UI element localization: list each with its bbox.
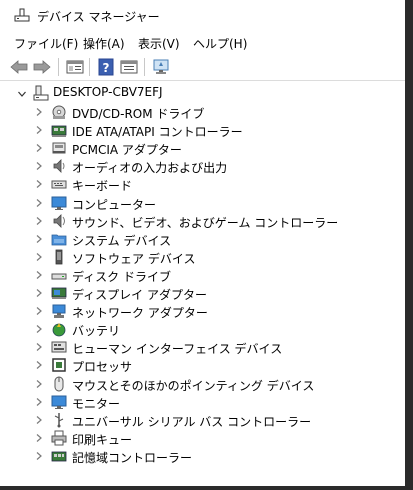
sound-icon xyxy=(53,213,65,228)
chevron-right-icon[interactable] xyxy=(34,143,44,153)
disk-drive-icon xyxy=(51,273,67,280)
monitor-scan-icon xyxy=(153,59,169,74)
chevron-right-icon[interactable] xyxy=(34,216,44,226)
scan-hardware-button[interactable] xyxy=(150,57,172,77)
help-button[interactable]: ? xyxy=(95,57,117,77)
back-button[interactable] xyxy=(8,57,30,77)
menu-bar: ファイル(F) 操作(A) 表示(V) ヘルプ(H) xyxy=(0,32,413,54)
chevron-right-icon[interactable] xyxy=(34,288,44,298)
toolbar-separator xyxy=(58,58,59,76)
view-button[interactable] xyxy=(118,57,140,77)
tree-item-label[interactable]: ディスク ドライブ xyxy=(72,268,171,285)
chevron-right-icon[interactable] xyxy=(34,379,44,389)
speaker-icon xyxy=(53,159,65,174)
software-device-icon xyxy=(55,249,63,265)
toolbar: ? xyxy=(0,54,413,80)
network-adapter-icon xyxy=(52,304,66,319)
battery-icon xyxy=(52,323,66,337)
chevron-down-icon[interactable] xyxy=(17,89,27,99)
help-icon: ? xyxy=(98,58,114,76)
tree-item-label[interactable]: システム デバイス xyxy=(72,232,171,249)
chevron-right-icon[interactable] xyxy=(34,179,44,189)
tree-item-label[interactable]: バッテリ xyxy=(72,322,120,339)
ide-controller-icon xyxy=(51,125,67,138)
tree-item-label[interactable]: モニター xyxy=(72,395,120,412)
chevron-right-icon[interactable] xyxy=(34,397,44,407)
device-tree[interactable]: DESKTOP-CBV7EFJ DVD/CD-ROM ドライブ IDE ATA/A… xyxy=(0,81,405,486)
toolbar-separator xyxy=(144,58,145,76)
hid-icon xyxy=(51,341,67,353)
tree-item-label[interactable]: オーディオの入力および出力 xyxy=(72,159,227,176)
tree-item-label[interactable]: IDE ATA/ATAPI コントローラー xyxy=(72,123,243,140)
tree-item-label[interactable]: ソフトウェア デバイス xyxy=(72,250,195,267)
back-arrow-icon xyxy=(10,60,28,74)
system-folder-icon xyxy=(51,234,67,246)
forward-arrow-icon xyxy=(33,60,51,74)
chevron-right-icon[interactable] xyxy=(34,415,44,425)
chevron-right-icon[interactable] xyxy=(34,125,44,135)
processor-icon xyxy=(52,358,66,373)
chevron-right-icon[interactable] xyxy=(34,107,44,117)
tree-item-label[interactable]: コンピューター xyxy=(72,196,156,213)
tree-item-label[interactable]: ユニバーサル シリアル バス コントローラー xyxy=(72,413,311,430)
printer-icon xyxy=(51,430,67,446)
menu-action[interactable]: 操作(A) xyxy=(81,35,127,52)
forward-button[interactable] xyxy=(31,57,53,77)
chevron-right-icon[interactable] xyxy=(34,433,44,443)
chevron-right-icon[interactable] xyxy=(34,360,44,370)
computer-icon xyxy=(33,85,49,101)
menu-file[interactable]: ファイル(F) xyxy=(12,35,80,52)
properties-icon xyxy=(66,60,84,74)
title-bar: デバイス マネージャー xyxy=(0,0,413,32)
chevron-right-icon[interactable] xyxy=(34,342,44,352)
chevron-right-icon[interactable] xyxy=(34,161,44,171)
pcmcia-icon xyxy=(52,142,66,154)
window-right-edge xyxy=(405,0,413,490)
device-manager-app-icon xyxy=(14,8,30,22)
usb-icon xyxy=(54,412,64,428)
keyboard-icon xyxy=(51,180,67,189)
tree-item-label[interactable]: 記憶域コントローラー xyxy=(72,449,192,466)
chevron-right-icon[interactable] xyxy=(34,270,44,280)
chevron-right-icon[interactable] xyxy=(34,252,44,262)
display-adapter-icon xyxy=(51,287,67,299)
tree-item-label[interactable]: 印刷キュー xyxy=(72,431,132,448)
monitor-icon xyxy=(51,196,67,210)
tree-item-label[interactable]: ヒューマン インターフェイス デバイス xyxy=(72,340,282,357)
dvd-drive-icon xyxy=(52,105,66,119)
chevron-right-icon[interactable] xyxy=(34,234,44,244)
toolbar-separator xyxy=(89,58,90,76)
chevron-right-icon[interactable] xyxy=(34,306,44,316)
chevron-right-icon[interactable] xyxy=(34,324,44,334)
tree-item-label[interactable]: サウンド、ビデオ、およびゲーム コントローラー xyxy=(72,214,338,231)
chevron-right-icon[interactable] xyxy=(34,451,44,461)
svg-text:?: ? xyxy=(103,61,110,75)
mouse-icon xyxy=(54,376,64,391)
menu-help[interactable]: ヘルプ(H) xyxy=(191,35,249,52)
storage-controller-icon xyxy=(51,451,67,462)
monitor-icon xyxy=(51,395,67,409)
tree-item-label[interactable]: PCMCIA アダプター xyxy=(72,141,182,158)
tree-item-label[interactable]: キーボード xyxy=(72,177,132,194)
window-title: デバイス マネージャー xyxy=(37,10,160,24)
view-icon xyxy=(120,60,138,74)
tree-item-label[interactable]: ネットワーク アダプター xyxy=(72,304,208,321)
tree-root-label[interactable]: DESKTOP-CBV7EFJ xyxy=(53,85,163,99)
menu-view[interactable]: 表示(V) xyxy=(136,35,182,52)
window-bottom-edge xyxy=(0,486,413,490)
tree-item-label[interactable]: ディスプレイ アダプター xyxy=(72,286,207,303)
tree-item-label[interactable]: プロセッサ xyxy=(72,358,132,375)
tree-item-label[interactable]: マウスとそのほかのポインティング デバイス xyxy=(72,377,314,394)
tree-item-label[interactable]: DVD/CD-ROM ドライブ xyxy=(72,105,204,122)
chevron-right-icon[interactable] xyxy=(34,198,44,208)
properties-button[interactable] xyxy=(64,57,86,77)
